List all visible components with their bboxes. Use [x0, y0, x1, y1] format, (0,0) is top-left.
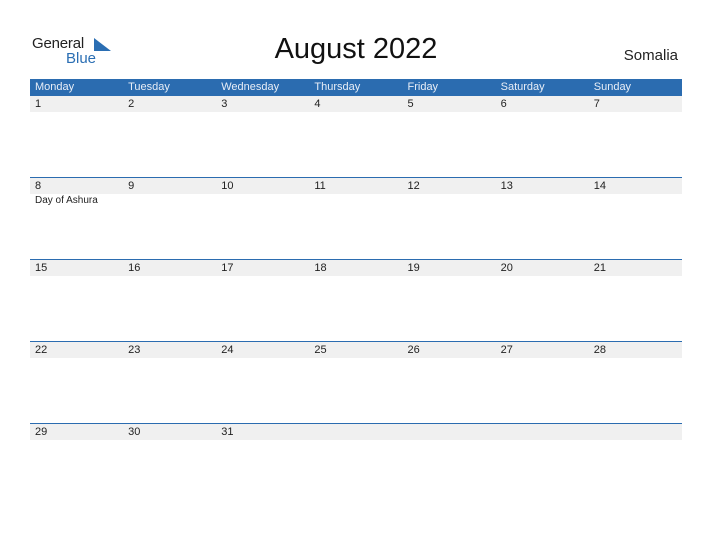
- holiday-label: [123, 358, 216, 359]
- day-number: [496, 424, 589, 440]
- weekday-wednesday: Wednesday: [221, 81, 280, 93]
- holiday-label: [589, 440, 682, 441]
- weekday-sunday: Sunday: [593, 81, 632, 93]
- holiday-label: Day of Ashura: [35, 195, 98, 206]
- holiday-label: [123, 112, 216, 113]
- week-row: 15 16 17 18 19 20 21: [30, 259, 682, 341]
- day-number: 24: [221, 344, 234, 356]
- day-number: 3: [221, 98, 228, 110]
- day-number: 7: [593, 98, 600, 110]
- day-number: 30: [128, 426, 141, 438]
- day-number: 12: [407, 180, 420, 192]
- day-number: 28: [593, 344, 606, 356]
- holiday-label: [496, 194, 589, 206]
- day-number: 11: [314, 180, 326, 192]
- calendar-grid: Monday Tuesday Wednesday Thursday Friday…: [30, 79, 682, 505]
- weekday-saturday: Saturday: [500, 81, 545, 93]
- holiday-label: [216, 276, 309, 277]
- holiday-label: [216, 440, 309, 441]
- holiday-label: [30, 112, 123, 113]
- holiday-label: [403, 440, 496, 441]
- holiday-label: [309, 112, 402, 113]
- week-row: 8 9 10 11 12 13 14 Day of Ashura: [30, 177, 682, 259]
- calendar-title: August 2022: [274, 33, 438, 65]
- weekday-friday: Friday: [407, 81, 439, 93]
- holiday-label: [403, 112, 496, 113]
- holiday-label: [123, 276, 216, 277]
- holiday-label: [589, 276, 682, 277]
- day-number: 22: [35, 344, 48, 356]
- day-number: 18: [314, 262, 327, 274]
- day-number: 19: [407, 262, 420, 274]
- day-number: 23: [128, 344, 141, 356]
- events-row: [30, 440, 682, 441]
- holiday-label: [403, 276, 496, 277]
- holiday-label: [589, 358, 682, 359]
- week-row: 29 30 31: [30, 423, 682, 505]
- day-number: 29: [35, 426, 48, 438]
- day-number: 14: [593, 180, 606, 192]
- holiday-label: [309, 194, 402, 206]
- weekday-tuesday: Tuesday: [128, 81, 170, 93]
- holiday-label: [496, 112, 589, 113]
- holiday-label: [589, 194, 682, 206]
- date-strip: 22 23 24 25 26 27 28: [30, 342, 682, 358]
- holiday-label: [309, 276, 402, 277]
- day-number: 26: [407, 344, 420, 356]
- day-number: 1: [35, 98, 42, 110]
- day-number: [403, 424, 496, 440]
- holiday-label: [589, 112, 682, 113]
- holiday-label: [403, 194, 496, 206]
- day-number: 21: [593, 262, 606, 274]
- country-label: Somalia: [623, 47, 678, 64]
- day-number: 16: [128, 262, 141, 274]
- events-row: [30, 358, 682, 359]
- day-number: 31: [221, 426, 234, 438]
- holiday-label: [309, 440, 402, 441]
- holiday-label: [309, 358, 402, 359]
- weekday-header: Monday Tuesday Wednesday Thursday Friday…: [30, 79, 682, 96]
- day-number: 17: [221, 262, 234, 274]
- date-strip: 8 9 10 11 12 13 14: [30, 178, 682, 194]
- holiday-label: [216, 358, 309, 359]
- day-number: [309, 424, 402, 440]
- day-number: 25: [314, 344, 327, 356]
- day-number: 6: [500, 98, 507, 110]
- day-number: 5: [407, 98, 414, 110]
- date-strip: 15 16 17 18 19 20 21: [30, 260, 682, 276]
- weekday-thursday: Thursday: [314, 81, 361, 93]
- day-number: 2: [128, 98, 135, 110]
- holiday-label: [496, 440, 589, 441]
- holiday-label: [403, 358, 496, 359]
- holiday-label: [123, 194, 216, 206]
- holiday-label: [30, 440, 123, 441]
- holiday-label: [496, 276, 589, 277]
- day-number: 4: [314, 98, 321, 110]
- events-row: Day of Ashura: [30, 194, 682, 206]
- holiday-label: [496, 358, 589, 359]
- day-number: 15: [35, 262, 48, 274]
- weekday-monday: Monday: [35, 81, 75, 93]
- holiday-label: [123, 440, 216, 441]
- week-row: 22 23 24 25 26 27 28: [30, 341, 682, 423]
- holiday-label: [30, 276, 123, 277]
- day-number: 9: [128, 180, 135, 192]
- events-row: [30, 112, 682, 113]
- holiday-label: [216, 194, 309, 206]
- day-number: 10: [221, 180, 234, 192]
- date-strip: 1 2 3 4 5 6 7: [30, 96, 682, 112]
- day-number: 20: [500, 262, 513, 274]
- date-strip: 29 30 31: [30, 424, 682, 440]
- holiday-label: [216, 112, 309, 113]
- day-number: [589, 424, 682, 440]
- day-number: 8: [35, 180, 42, 192]
- day-number: 13: [500, 180, 513, 192]
- holiday-label: [30, 358, 123, 359]
- day-number: 27: [500, 344, 513, 356]
- events-row: [30, 276, 682, 277]
- week-row: 1 2 3 4 5 6 7: [30, 96, 682, 177]
